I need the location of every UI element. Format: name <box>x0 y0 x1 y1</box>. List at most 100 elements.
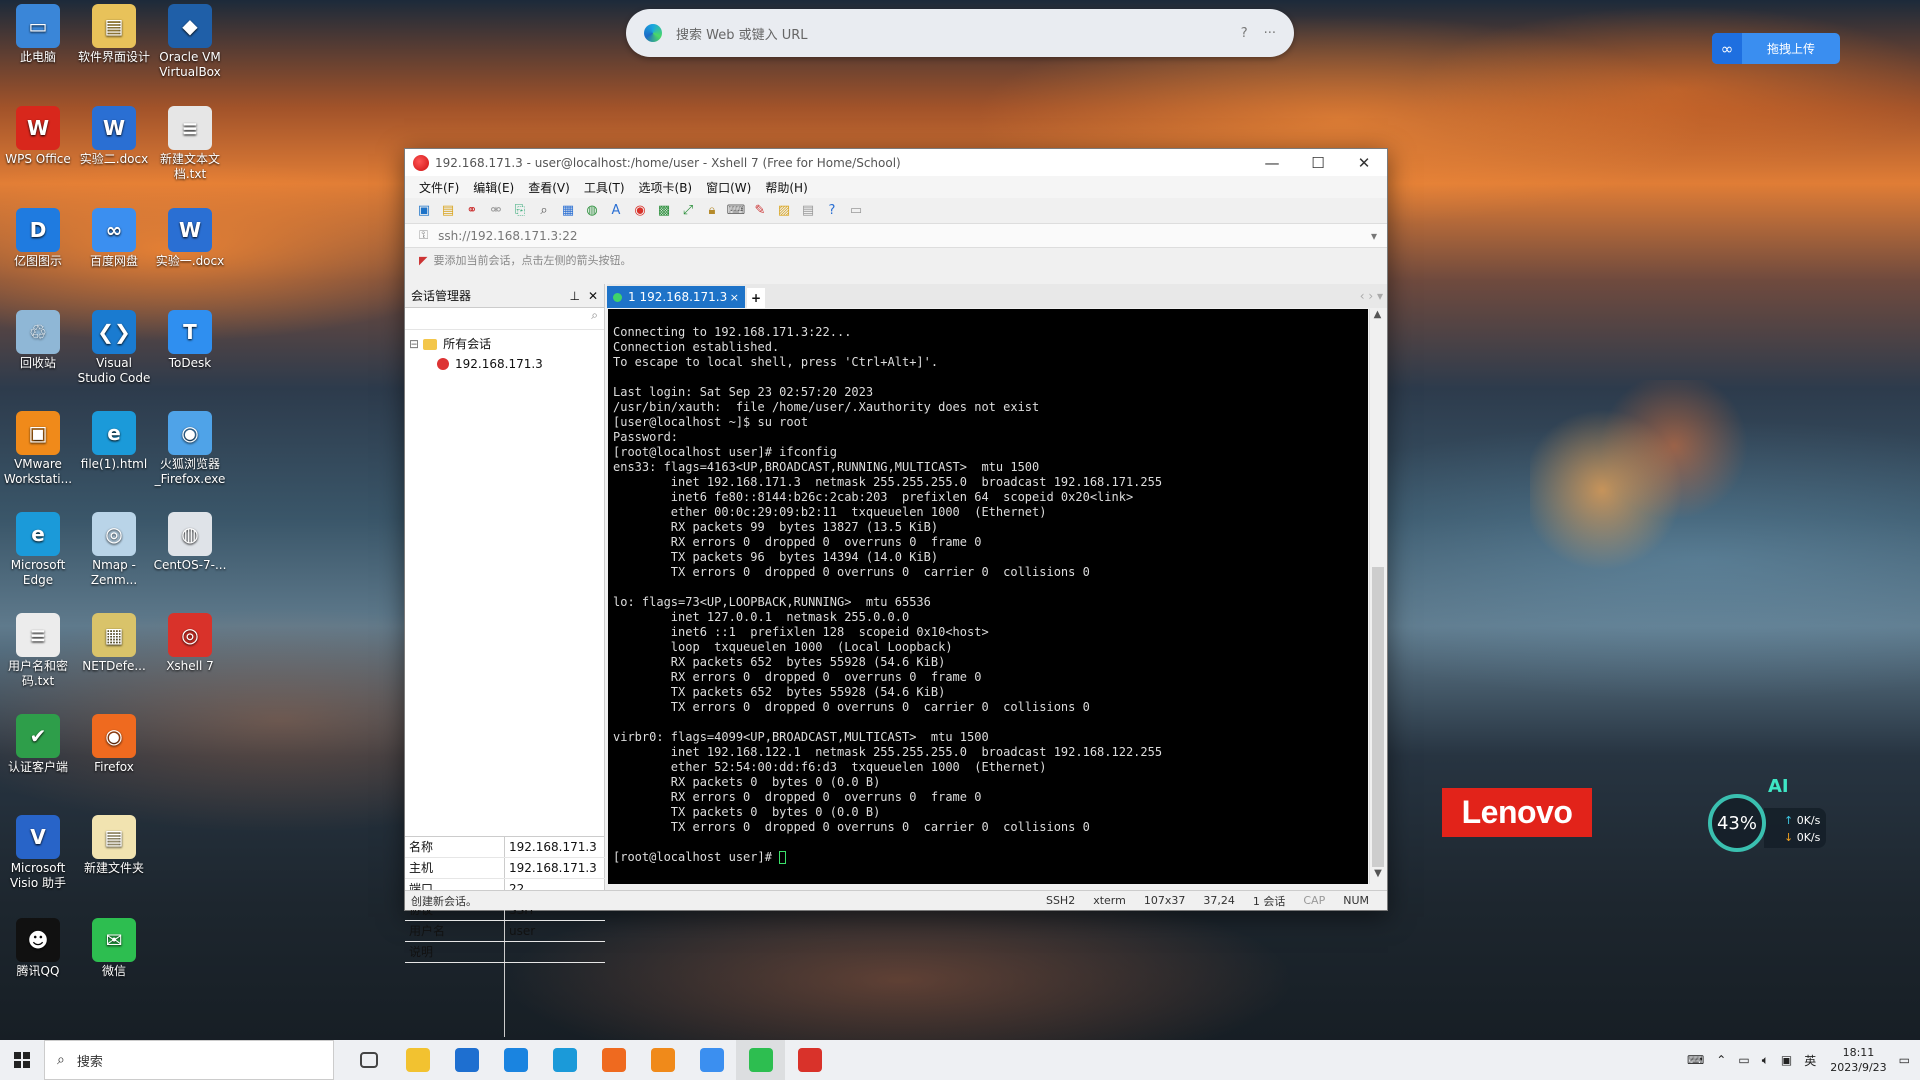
edge-search-bar[interactable]: 搜索 Web 或键入 URL ? ··· <box>626 9 1294 57</box>
tile-icon[interactable]: ▤ <box>799 202 817 220</box>
ime-language[interactable]: 英 <box>1804 1052 1816 1069</box>
taskbar-app-baidu-netdisk[interactable] <box>687 1040 736 1080</box>
menu-item[interactable]: 文件(F) <box>419 179 459 196</box>
desktop-icon[interactable]: ☻ 腾讯QQ <box>0 918 76 979</box>
start-button[interactable] <box>0 1040 44 1080</box>
new-session-icon[interactable]: ▣ <box>415 202 433 220</box>
link-icon[interactable]: ⚭ <box>463 202 481 220</box>
title-bar[interactable]: 192.168.171.3 - user@localhost:/home/use… <box>405 149 1387 176</box>
menu-item[interactable]: 编辑(E) <box>473 179 514 196</box>
chevron-down-icon[interactable]: ▾ <box>1371 229 1377 243</box>
copy-icon[interactable]: ⎘ <box>511 202 529 220</box>
tree-root[interactable]: ⊟ 所有会话 <box>409 334 600 354</box>
desktop-icon[interactable]: e file(1).html <box>76 411 152 472</box>
script-icon[interactable]: ✎ <box>751 202 769 220</box>
desktop-icon[interactable]: ✉ 微信 <box>76 918 152 979</box>
taskbar-app-xshell[interactable] <box>785 1040 834 1080</box>
desktop-icon[interactable]: ◍ CentOS-7-... <box>152 512 228 573</box>
scroll-down-icon[interactable]: ▼ <box>1370 868 1386 884</box>
pin-icon[interactable]: ⊥ <box>569 289 579 303</box>
more-icon[interactable]: ··· <box>1264 26 1276 41</box>
lock-icon[interactable]: 🔒︎ <box>703 202 721 220</box>
find-icon[interactable]: ⌕ <box>535 202 553 220</box>
desktop-icon[interactable]: ◎ Xshell 7 <box>152 613 228 674</box>
volume-icon[interactable]: 🔈︎ <box>1762 1053 1769 1068</box>
desktop-icon[interactable]: W 实验二.docx <box>76 106 152 167</box>
taskbar-app-vmware[interactable] <box>638 1040 687 1080</box>
taskbar-app-firefox[interactable] <box>589 1040 638 1080</box>
desktop-icon[interactable]: ≡ 用户名和密码.txt <box>0 613 76 689</box>
xshell-icon[interactable]: ◉ <box>631 202 649 220</box>
maximize-button[interactable]: ☐ <box>1295 154 1341 172</box>
desktop-icon[interactable]: ▦ NETDefe... <box>76 613 152 674</box>
panel-close-icon[interactable]: ✕ <box>588 289 598 303</box>
help-circle-icon[interactable]: ? <box>823 202 841 220</box>
desktop-icon[interactable]: ♲ 回收站 <box>0 310 76 371</box>
taskbar-app-edge[interactable] <box>540 1040 589 1080</box>
taskbar-app-task-view[interactable] <box>344 1040 393 1080</box>
keyboard-icon[interactable]: ⌨ <box>727 202 746 220</box>
edge-search-input[interactable]: 搜索 Web 或键入 URL <box>676 24 1225 43</box>
transfer-icon[interactable]: ▨ <box>775 202 793 220</box>
network-tray-icon[interactable]: ▭ <box>1738 1053 1749 1067</box>
desktop-icon[interactable]: ≡ 新建文本文档.txt <box>152 106 228 182</box>
taskbar-app-mail[interactable] <box>442 1040 491 1080</box>
new-tab-button[interactable]: + <box>747 288 765 308</box>
desktop-icon[interactable]: e Microsoft Edge <box>0 512 76 588</box>
desktop-icon[interactable]: ❮❯ Visual Studio Code <box>76 310 152 386</box>
bookmark-icon[interactable]: ◤ <box>419 254 427 267</box>
clock[interactable]: 18:11 2023/9/23 <box>1830 1045 1886 1075</box>
chat-icon[interactable]: ▭ <box>847 202 865 220</box>
scroll-thumb[interactable] <box>1372 567 1384 867</box>
desktop-icon[interactable]: W WPS Office <box>0 106 76 167</box>
menu-item[interactable]: 工具(T) <box>584 179 625 196</box>
address-value[interactable]: ssh://192.168.171.3:22 <box>438 229 1371 243</box>
menu-item[interactable]: 窗口(W) <box>706 179 751 196</box>
desktop-icon[interactable]: ◎ Nmap - Zenm... <box>76 512 152 588</box>
taskbar-app-wechat[interactable] <box>736 1040 785 1080</box>
baidu-upload-button[interactable]: ∞ 拖拽上传 <box>1712 33 1840 64</box>
close-button[interactable]: ✕ <box>1341 154 1387 172</box>
tree-session[interactable]: 192.168.171.3 <box>409 354 600 374</box>
tab-session[interactable]: 1 192.168.171.3 × <box>607 286 745 308</box>
session-search[interactable]: ⌕ <box>405 308 604 330</box>
menu-item[interactable]: 帮助(H) <box>765 179 807 196</box>
desktop-icon[interactable]: ▤ 新建文件夹 <box>76 815 152 876</box>
desktop-icon[interactable]: ◉ Firefox <box>76 714 152 775</box>
desktop-icon[interactable]: ▤ 软件界面设计 <box>76 4 152 65</box>
status-sessions[interactable]: 1 会话 <box>1253 893 1286 909</box>
desktop-icon[interactable]: V Microsoft Visio 助手 <box>0 815 76 891</box>
scroll-up-icon[interactable]: ▲ <box>1370 309 1385 325</box>
desktop-icon[interactable]: D 亿图图示 <box>0 208 76 269</box>
fullscreen-icon[interactable]: ⤢ <box>679 202 697 220</box>
tab-nav-icon[interactable]: ‹ › ▾ <box>1360 289 1387 303</box>
desktop-icon[interactable]: ∞ 百度网盘 <box>76 208 152 269</box>
terminal[interactable]: Connecting to 192.168.171.3:22... Connect… <box>608 309 1368 884</box>
xftp-icon[interactable]: ▩ <box>655 202 673 220</box>
disconnect-icon[interactable]: ⚮ <box>487 202 505 220</box>
desktop-icon[interactable]: ▣ VMware Workstati... <box>0 411 76 487</box>
font-icon[interactable]: A <box>607 202 625 220</box>
address-bar[interactable]: ⚿ ssh://192.168.171.3:22 ▾ <box>405 224 1387 248</box>
desktop-icon[interactable]: W 实验一.docx <box>152 208 228 269</box>
desktop-icon[interactable]: ◆ Oracle VM VirtualBox <box>152 4 228 80</box>
terminal-scrollbar[interactable]: ▲ ▼ <box>1369 309 1385 884</box>
taskbar-app-lenovo-app[interactable] <box>491 1040 540 1080</box>
taskbar-search[interactable]: ⌕ 搜索 <box>44 1040 334 1080</box>
tab-close-icon[interactable]: × <box>730 291 739 304</box>
minimize-button[interactable]: — <box>1249 154 1295 172</box>
desktop-icon[interactable]: ▭ 此电脑 <box>0 4 76 65</box>
desktop-icon[interactable]: ◉ 火狐浏览器_Firefox.exe <box>152 411 228 487</box>
keyboard-tray-icon[interactable]: ⌨ <box>1687 1053 1704 1067</box>
ime-icon[interactable]: ▣ <box>1781 1053 1792 1067</box>
desktop-icon[interactable]: ✔ 认证客户端 <box>0 714 76 775</box>
menu-item[interactable]: 查看(V) <box>528 179 570 196</box>
network-widget[interactable]: AI ↑ 0K/s ↓ 0K/s 43% <box>1708 776 1826 854</box>
tray-expand-icon[interactable]: ⌃ <box>1716 1053 1726 1067</box>
layout-icon[interactable]: ▦ <box>559 202 577 220</box>
open-folder-icon[interactable]: ▤ <box>439 202 457 220</box>
help-icon[interactable]: ? <box>1241 26 1248 41</box>
taskbar-app-file-explorer[interactable] <box>393 1040 442 1080</box>
notification-icon[interactable]: ▭ <box>1899 1053 1910 1067</box>
menu-item[interactable]: 选项卡(B) <box>639 179 693 196</box>
